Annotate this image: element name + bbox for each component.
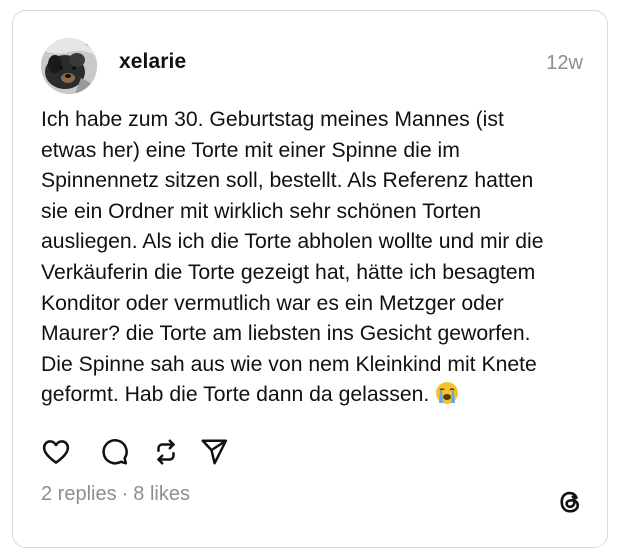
post-stats: 2 replies · 8 likes xyxy=(41,483,190,506)
post-timestamp: 12w xyxy=(546,52,583,74)
likes-count[interactable]: 8 likes xyxy=(133,483,190,505)
replies-count[interactable]: 2 replies xyxy=(41,483,117,505)
repost-icon[interactable] xyxy=(151,437,181,467)
avatar[interactable] xyxy=(41,38,97,94)
post-text: Ich habe zum 30. Geburtstag meines Manne… xyxy=(41,108,544,407)
comment-icon[interactable] xyxy=(99,437,129,467)
post-body: Ich habe zum 30. Geburtstag meines Manne… xyxy=(41,105,589,415)
username[interactable]: xelarie xyxy=(119,50,186,74)
threads-logo-icon[interactable] xyxy=(555,487,585,517)
post-card: xelarie 12w Ich habe zum 30. Geburtstag … xyxy=(12,10,608,548)
stats-separator: · xyxy=(121,483,129,505)
loudly-crying-face-emoji-icon xyxy=(435,381,459,415)
share-icon[interactable] xyxy=(199,437,229,467)
dog-photo-avatar-icon xyxy=(41,38,97,94)
heart-icon[interactable] xyxy=(41,437,71,467)
